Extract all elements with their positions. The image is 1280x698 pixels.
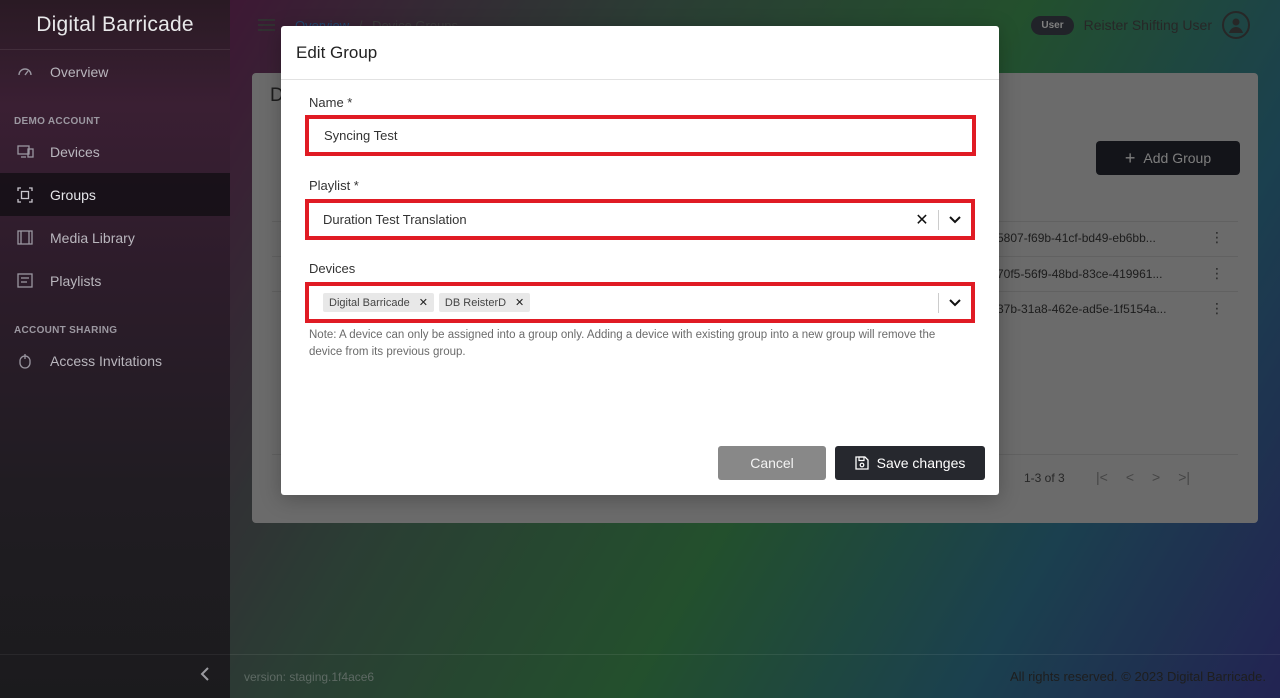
save-icon <box>854 456 869 470</box>
playlist-value: Duration Test Translation <box>323 212 467 227</box>
film-icon <box>16 229 34 247</box>
gauge-icon <box>16 63 34 81</box>
sidebar: Digital Barricade Overview DEMO ACCOUNT … <box>0 0 230 698</box>
chevron-left-icon <box>200 667 210 686</box>
chevron-down-icon[interactable] <box>939 215 971 224</box>
device-chip: DB ReisterD ✕ <box>438 293 531 312</box>
device-chip-label: DB ReisterD <box>444 296 507 309</box>
device-chip: Digital Barricade ✕ <box>323 293 434 312</box>
remove-chip-icon[interactable]: ✕ <box>515 296 524 309</box>
footer: version: staging.1f4ace6 All rights rese… <box>230 654 1280 698</box>
remove-chip-icon[interactable]: ✕ <box>419 296 428 309</box>
collapse-sidebar-button[interactable] <box>0 654 230 698</box>
edit-group-dialog: Edit Group Name * Syncing Test Playlist … <box>281 26 999 495</box>
sidebar-item-overview[interactable]: Overview <box>0 50 230 93</box>
clear-icon[interactable]: ✕ <box>906 210 938 230</box>
sidebar-item-label: Media Library <box>50 229 135 246</box>
devices-label: Devices <box>309 261 356 276</box>
sidebar-item-groups[interactable]: Groups <box>0 173 230 216</box>
dialog-title: Edit Group <box>281 26 999 80</box>
playlist-select[interactable]: Duration Test Translation ✕ <box>305 199 975 240</box>
sidebar-item-label: Devices <box>50 143 100 160</box>
sidebar-item-label: Access Invitations <box>50 352 163 369</box>
cancel-button[interactable]: Cancel <box>718 446 826 480</box>
mouse-icon <box>16 352 34 370</box>
name-field[interactable]: Syncing Test <box>305 115 976 156</box>
sidebar-item-label: Playlists <box>50 272 102 289</box>
sidebar-item-playlists[interactable]: Playlists <box>0 259 230 302</box>
name-input[interactable]: Syncing Test <box>309 128 972 143</box>
device-chip-label: Digital Barricade <box>329 296 410 309</box>
sidebar-item-media-library[interactable]: Media Library <box>0 216 230 259</box>
save-changes-button[interactable]: Save changes <box>835 446 985 480</box>
sidebar-item-devices[interactable]: Devices <box>0 130 230 173</box>
version-text: version: staging.1f4ace6 <box>244 669 375 684</box>
playlist-label: Playlist * <box>309 178 359 193</box>
groups-icon <box>16 186 34 204</box>
save-changes-label: Save changes <box>876 455 966 471</box>
sidebar-item-access-invitations[interactable]: Access Invitations <box>0 339 230 382</box>
sidebar-item-label: Groups <box>50 186 96 203</box>
app-title: Digital Barricade <box>0 0 230 50</box>
playlist-icon <box>16 272 34 290</box>
chevron-down-icon[interactable] <box>939 298 971 307</box>
sidebar-item-label: Overview <box>50 63 109 80</box>
devices-multiselect[interactable]: Digital Barricade ✕ DB ReisterD ✕ <box>305 282 975 323</box>
devices-note: Note: A device can only be assigned into… <box>309 329 936 358</box>
copyright-text: All rights reserved. © 2023 Digital Barr… <box>1010 669 1266 684</box>
section-demo-account: DEMO ACCOUNT <box>14 116 101 127</box>
devices-chip-list: Digital Barricade ✕ DB ReisterD ✕ <box>309 293 938 312</box>
section-account-sharing: ACCOUNT SHARING <box>14 325 118 336</box>
name-label: Name * <box>309 95 353 110</box>
devices-icon <box>16 143 34 161</box>
